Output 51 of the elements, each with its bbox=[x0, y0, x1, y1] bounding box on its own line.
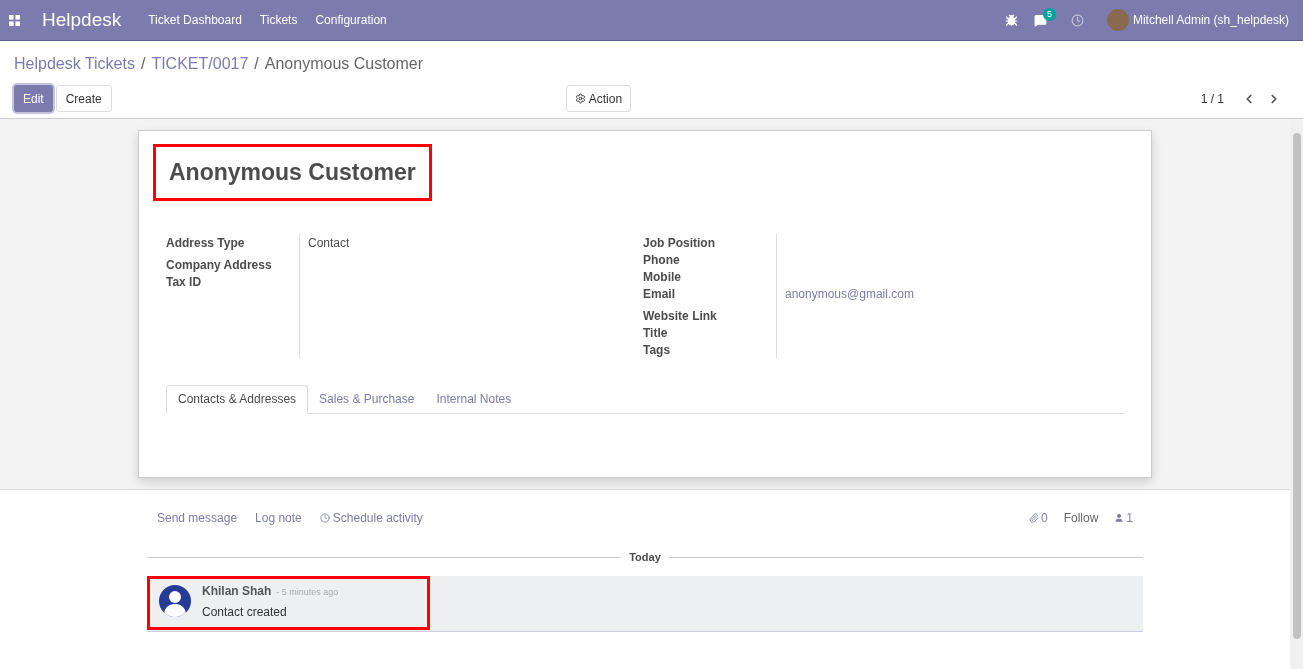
field-label: Email bbox=[643, 285, 676, 302]
chatter-action-button[interactable]: Send message bbox=[157, 509, 238, 527]
message-count-badge: 5 bbox=[1042, 7, 1056, 21]
chat-icon[interactable] bbox=[1033, 13, 1047, 27]
breadcrumb-link[interactable]: Helpdesk Tickets bbox=[14, 52, 135, 76]
clock-icon bbox=[319, 513, 330, 523]
clock-icon[interactable] bbox=[1070, 13, 1084, 27]
action-button[interactable]: Action bbox=[565, 85, 632, 112]
field-label: Tax ID bbox=[166, 273, 203, 290]
email-link[interactable]: anonymous@gmail.com bbox=[785, 286, 914, 301]
form-tab[interactable]: Contacts & Addresses bbox=[166, 384, 309, 414]
field-label: Phone bbox=[643, 251, 681, 268]
paperclip-icon bbox=[1028, 513, 1039, 523]
chatter-action-button[interactable]: Schedule activity bbox=[319, 509, 423, 527]
edit-button[interactable]: Edit bbox=[14, 85, 53, 112]
follow-button[interactable]: Follow bbox=[1063, 509, 1099, 527]
avatar-icon bbox=[159, 584, 191, 617]
breadcrumb-separator: / bbox=[254, 54, 259, 74]
menu-item[interactable]: Ticket Dashboard bbox=[148, 11, 242, 29]
field-label: Title bbox=[643, 324, 669, 341]
app-title: Helpdesk bbox=[42, 7, 122, 32]
record-title: Anonymous Customer bbox=[169, 158, 416, 187]
person-icon bbox=[1114, 513, 1125, 523]
menu-item[interactable]: Tickets bbox=[259, 11, 298, 29]
field-label: Mobile bbox=[643, 268, 682, 285]
date-separator: Today bbox=[628, 550, 662, 565]
field-value: Contact bbox=[308, 234, 350, 251]
pager-value: 1 / 1 bbox=[1200, 90, 1224, 108]
attachments-count[interactable]: 0 bbox=[1028, 509, 1048, 527]
chatter-action-button[interactable]: Log note bbox=[255, 509, 302, 527]
form-tab[interactable]: Sales & Purchase bbox=[308, 384, 426, 414]
field-label: Tags bbox=[643, 341, 672, 358]
bug-icon[interactable] bbox=[1004, 13, 1018, 27]
scrollbar[interactable] bbox=[1290, 119, 1303, 669]
form-tab[interactable]: Internal Notes bbox=[425, 384, 523, 414]
field-label: Website Link bbox=[643, 307, 718, 324]
field-label: Company Address bbox=[166, 256, 273, 273]
message-author: Khilan Shah bbox=[202, 582, 272, 600]
breadcrumb-current: Anonymous Customer bbox=[264, 54, 424, 74]
field-label: Address Type bbox=[166, 234, 246, 251]
create-button[interactable]: Create bbox=[55, 85, 112, 112]
message-time: - 5 minutes ago bbox=[276, 585, 339, 599]
apps-menu-icon[interactable] bbox=[9, 14, 20, 26]
field-label: Job Position bbox=[643, 234, 716, 251]
menu-item[interactable]: Configuration bbox=[315, 11, 387, 29]
breadcrumb-separator: / bbox=[140, 54, 146, 74]
gear-icon bbox=[574, 93, 586, 104]
breadcrumb-link[interactable]: TICKET/0017 bbox=[151, 52, 249, 76]
user-menu[interactable]: Mitchell Admin (sh_helpdesk) bbox=[1132, 11, 1289, 29]
followers-count[interactable]: 1 bbox=[1114, 509, 1133, 527]
message-body: Contact created bbox=[202, 603, 288, 621]
